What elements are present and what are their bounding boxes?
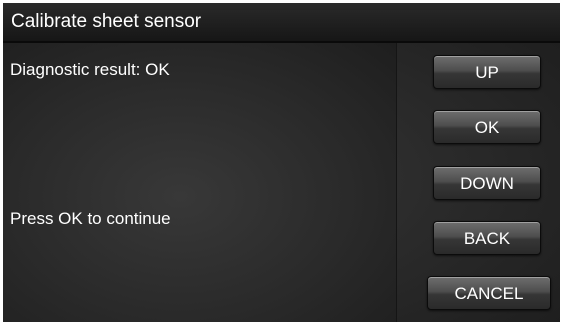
message-panel: Diagnostic result: OK Press OK to contin… — [3, 43, 397, 322]
diagnostic-result-text: Diagnostic result: OK — [10, 60, 170, 79]
instruction-text: Press OK to continue — [10, 209, 171, 228]
printer-panel-screen: Calibrate sheet sensor Diagnostic result… — [3, 3, 560, 322]
down-button[interactable]: DOWN — [433, 166, 541, 200]
back-button[interactable]: BACK — [433, 221, 541, 255]
up-button[interactable]: UP — [433, 55, 541, 89]
ok-button[interactable]: OK — [433, 110, 541, 144]
title-bar: Calibrate sheet sensor — [3, 3, 560, 43]
cancel-button[interactable]: CANCEL — [427, 276, 551, 310]
page-title: Calibrate sheet sensor — [11, 11, 202, 32]
